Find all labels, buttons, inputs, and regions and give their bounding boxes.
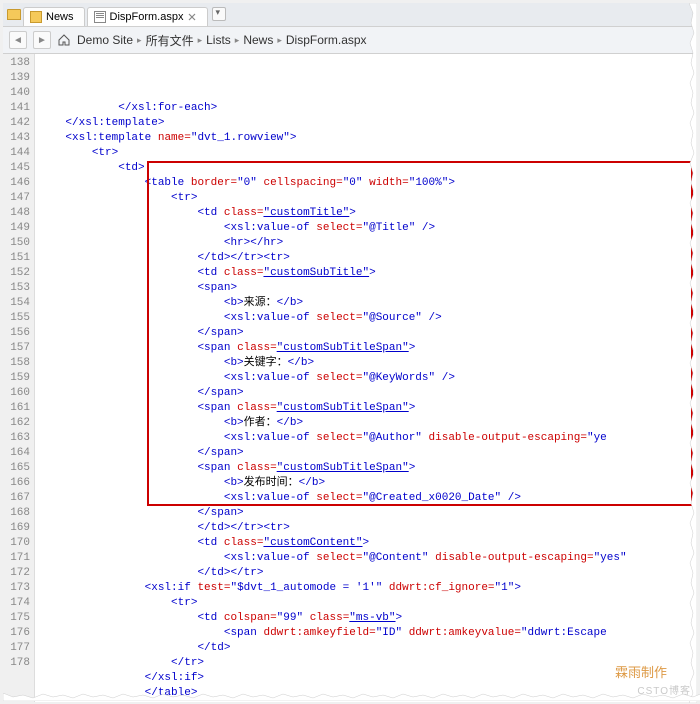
code-line[interactable]: <span ddwrt:amkeyfield="ID" ddwrt:amkeyv… <box>39 626 697 641</box>
code-line[interactable]: <b>来源：</b> <box>39 296 697 311</box>
code-line[interactable]: <td class="customContent"> <box>39 536 697 551</box>
home-icon[interactable] <box>57 33 71 47</box>
code-line[interactable]: <xsl:value-of select="@Content" disable-… <box>39 551 697 566</box>
code-line[interactable]: </table> <box>39 686 697 701</box>
tab-dispform[interactable]: DispForm.aspx <box>87 7 209 26</box>
nav-back-button[interactable]: ◄ <box>9 31 27 49</box>
code-editor[interactable]: 138 139 140 141 142 143 144 145 146 147 … <box>3 54 697 702</box>
code-line[interactable]: <span class="customSubTitleSpan"> <box>39 341 697 356</box>
breadcrumb-item[interactable]: Lists <box>206 33 231 47</box>
code-line[interactable]: <table border="0" cellspacing="0" width=… <box>39 176 697 191</box>
code-line[interactable]: <tr> <box>39 146 697 161</box>
close-icon[interactable] <box>187 12 197 22</box>
nav-fwd-button[interactable]: ► <box>33 31 51 49</box>
code-line[interactable]: <td colspan="99" class="ms-vb"> <box>39 611 697 626</box>
breadcrumb-item[interactable]: News <box>243 33 273 47</box>
code-line[interactable]: <b>关键字：</b> <box>39 356 697 371</box>
code-line[interactable]: <b>作者：</b> <box>39 416 697 431</box>
code-line[interactable]: <tr> <box>39 596 697 611</box>
code-line[interactable]: <xsl:template name="dvt_1.rowview"> <box>39 131 697 146</box>
code-line[interactable]: </span> <box>39 386 697 401</box>
chevron-right-icon: ▸ <box>137 35 142 46</box>
chevron-right-icon: ▸ <box>235 35 240 46</box>
tab-bar: News DispForm.aspx <box>3 3 697 27</box>
code-line[interactable]: <span class="customSubTitleSpan"> <box>39 461 697 476</box>
code-line[interactable]: <td class="customSubTitle"> <box>39 266 697 281</box>
code-line[interactable]: <td class="customTitle"> <box>39 206 697 221</box>
code-line[interactable]: <xsl:if test="$dvt_1_automode = '1'" ddw… <box>39 581 697 596</box>
breadcrumb-item[interactable]: 所有文件 <box>146 32 194 49</box>
breadcrumb-item[interactable]: Demo Site <box>77 33 133 47</box>
code-line[interactable]: </td></tr><tr> <box>39 521 697 536</box>
folder-icon <box>7 9 21 20</box>
code-line[interactable]: <span> <box>39 281 697 296</box>
chevron-right-icon: ▸ <box>198 35 203 46</box>
code-line[interactable]: </xsl:for-each> <box>39 101 697 116</box>
tab-label: News <box>46 11 74 23</box>
code-line[interactable]: <xsl:value-of select="@Created_x0020_Dat… <box>39 491 697 506</box>
line-number-gutter: 138 139 140 141 142 143 144 145 146 147 … <box>3 54 35 702</box>
code-line[interactable]: <tr> <box>39 191 697 206</box>
code-line[interactable]: <xsl:value-of select="@Title" /> <box>39 221 697 236</box>
code-line[interactable]: <span class="customSubTitleSpan"> <box>39 401 697 416</box>
chevron-right-icon: ▸ <box>277 35 282 46</box>
code-line[interactable]: </xsl:template> <box>39 116 697 131</box>
breadcrumb: Demo Site ▸ 所有文件 ▸ Lists ▸ News ▸ DispFo… <box>77 32 367 49</box>
tab-overflow-button[interactable] <box>212 7 226 21</box>
watermark-text: 霖雨制作 <box>615 662 667 681</box>
breadcrumb-item[interactable]: DispForm.aspx <box>286 33 367 47</box>
code-line[interactable]: <td> <box>39 161 697 176</box>
code-line[interactable]: </tr> <box>39 656 697 671</box>
folder-icon <box>30 11 42 23</box>
code-line[interactable]: </td> <box>39 641 697 656</box>
code-line[interactable]: </xsl:if> <box>39 671 697 686</box>
code-line[interactable]: <xsl:value-of select="@Source" /> <box>39 311 697 326</box>
code-line[interactable]: </td></tr><tr> <box>39 251 697 266</box>
code-line[interactable]: </span> <box>39 326 697 341</box>
watermark-small: CSTO博客 <box>637 682 691 697</box>
tab-news[interactable]: News <box>23 7 85 26</box>
code-line[interactable]: <xsl:value-of select="@Author" disable-o… <box>39 431 697 446</box>
tab-label: DispForm.aspx <box>110 11 184 23</box>
code-line[interactable]: <b>发布时间：</b> <box>39 476 697 491</box>
code-line[interactable]: </span> <box>39 446 697 461</box>
code-line[interactable]: </span> <box>39 506 697 521</box>
code-line[interactable]: <xsl:value-of select="@KeyWords" /> <box>39 371 697 386</box>
code-area[interactable]: </xsl:for-each> </xsl:template> <xsl:tem… <box>35 54 697 702</box>
file-icon <box>94 11 106 23</box>
code-line[interactable]: <hr></hr> <box>39 236 697 251</box>
code-line[interactable]: </td></tr> <box>39 566 697 581</box>
breadcrumb-toolbar: ◄ ► Demo Site ▸ 所有文件 ▸ Lists ▸ News ▸ Di… <box>3 27 697 54</box>
